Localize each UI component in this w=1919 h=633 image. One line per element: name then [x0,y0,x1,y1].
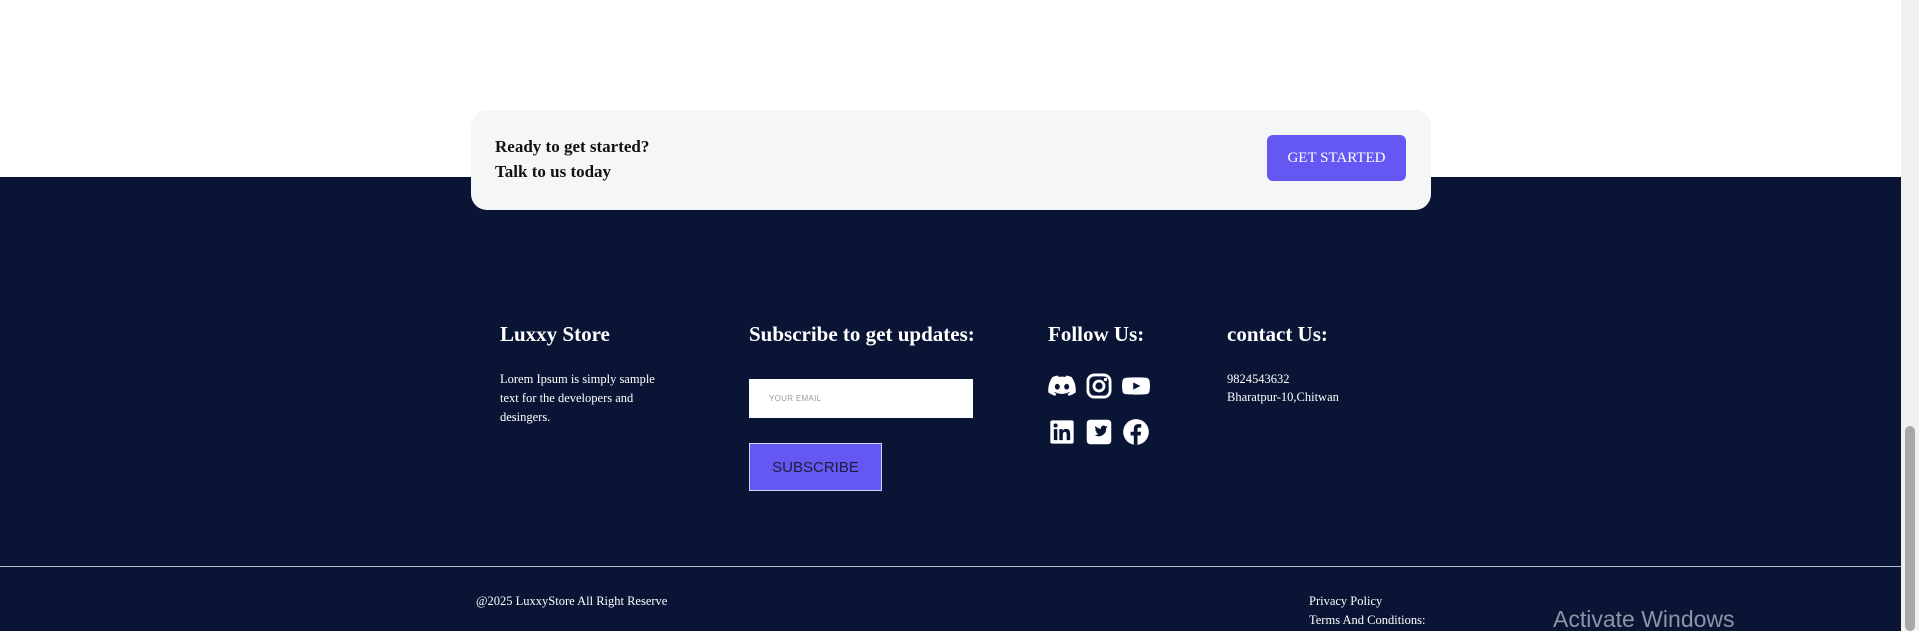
twitter-icon[interactable] [1085,418,1113,446]
page-scrollbar[interactable] [1901,0,1919,631]
footer-subscribe: Subscribe to get updates: [749,322,975,347]
subscribe-title: Subscribe to get updates: [749,322,975,346]
activate-windows-watermark: Activate Windows [1553,606,1735,632]
contact-address: Bharatpur-10,Chitwan [1227,390,1339,404]
brand-title: Luxxy Store [500,322,610,346]
cta-heading: Ready to get started? [495,137,650,156]
footer-brand: Luxxy Store Lorem Ipsum is simply sample… [500,322,655,424]
discord-icon[interactable] [1048,372,1076,400]
subscribe-button[interactable]: SUBSCRIBE [749,443,882,491]
page: Ready to get started? Talk to us today G… [0,0,1901,632]
scrollbar-thumb[interactable] [1905,426,1915,631]
footer-follow: Follow Us: [1048,322,1144,347]
get-started-button[interactable]: GET STARTED [1267,135,1406,181]
youtube-icon[interactable] [1122,372,1150,400]
contact-title: contact Us: [1227,322,1328,346]
follow-title: Follow Us: [1048,322,1145,346]
privacy-policy-link[interactable]: Privacy Policy [1309,594,1382,609]
linkedin-icon[interactable] [1048,418,1076,446]
copyright-text: @2025 LuxxyStore All Right Reserve [476,594,668,608]
facebook-icon[interactable] [1122,418,1150,446]
cta-subheading: Talk to us today [495,162,612,181]
contact-phone: 9824543632 [1227,372,1290,386]
footer-contact: contact Us: 9824543632 Bharatpur-10,Chit… [1227,322,1339,404]
email-input[interactable]: YOUR EMAIL [749,379,973,418]
brand-description: Lorem Ipsum is simply sample text for th… [500,372,655,424]
terms-link[interactable]: Terms And Conditions: [1309,613,1426,628]
footer-divider [0,566,1901,567]
instagram-icon[interactable] [1085,372,1113,400]
cta-banner: Ready to get started? Talk to us today G… [471,110,1431,210]
